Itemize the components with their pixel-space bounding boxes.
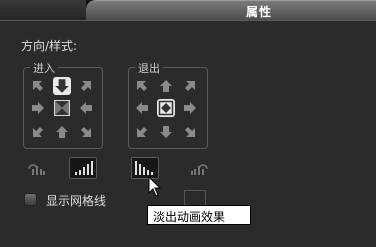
enter-bottom-left-icon[interactable] — [30, 124, 46, 140]
enter-top-icon[interactable] — [53, 77, 71, 95]
fade-in-icon — [75, 161, 93, 175]
enter-right-icon[interactable] — [78, 100, 94, 116]
direction-style-label: 方向/样式: — [21, 39, 78, 53]
exit-group-title: 退出 — [135, 60, 163, 76]
tab-bar: 属性 — [0, 0, 376, 20]
fade-in-button[interactable] — [69, 157, 97, 179]
enter-top-left-icon[interactable] — [30, 78, 46, 94]
exit-top-right-icon[interactable] — [182, 78, 198, 94]
exit-top-icon[interactable] — [158, 78, 174, 94]
mouse-cursor-icon — [148, 176, 162, 197]
tab-inactive[interactable] — [0, 0, 87, 20]
enter-center-icon[interactable] — [54, 100, 70, 116]
tab-properties[interactable]: 属性 — [86, 0, 376, 20]
fade-out-icon — [135, 161, 153, 175]
exit-bottom-right-icon[interactable] — [182, 124, 198, 140]
enter-bottom-right-icon[interactable] — [78, 124, 94, 140]
tooltip: 淡出动画效果 — [147, 205, 251, 225]
fade-out-right-icon — [191, 164, 208, 175]
enter-left-icon[interactable] — [30, 100, 46, 116]
exit-bottom-icon[interactable] — [158, 124, 174, 140]
exit-left-icon[interactable] — [134, 100, 150, 116]
tab-properties-label: 属性 — [246, 5, 273, 19]
show-grid-checkbox[interactable] — [24, 193, 37, 206]
exit-center-icon[interactable] — [157, 99, 175, 117]
enter-top-right-icon[interactable] — [78, 78, 94, 94]
fade-in-left-button[interactable] — [26, 157, 54, 179]
show-grid-label: 显示网格线 — [46, 194, 107, 208]
exit-right-icon[interactable] — [182, 100, 198, 116]
fade-out-right-button[interactable] — [186, 157, 214, 179]
enter-group-title: 进入 — [30, 60, 58, 76]
exit-top-left-icon[interactable] — [134, 78, 150, 94]
fade-in-left-icon — [28, 164, 45, 175]
enter-bottom-icon[interactable] — [54, 124, 70, 140]
exit-bottom-left-icon[interactable] — [134, 124, 150, 140]
